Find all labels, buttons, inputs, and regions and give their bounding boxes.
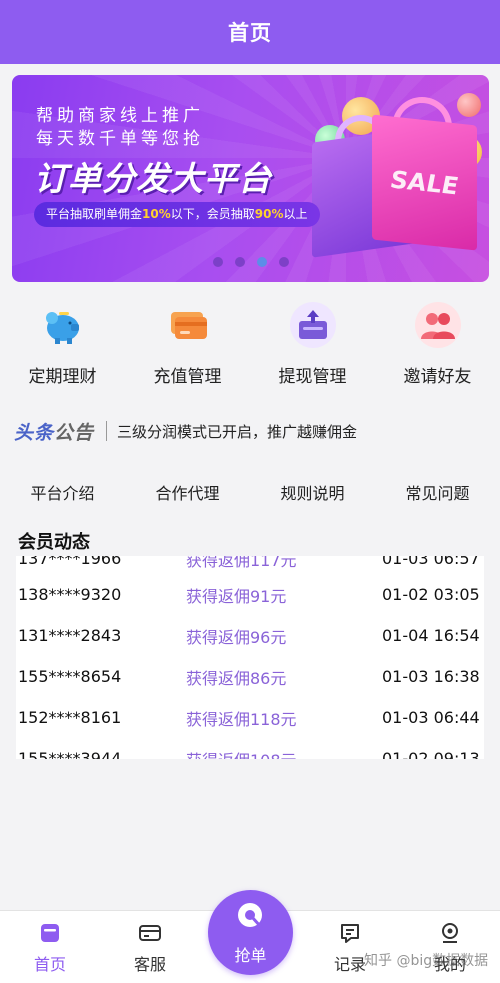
pill-middle: 以下，会员抽取: [170, 207, 255, 221]
member-phone: 138****9320: [18, 585, 122, 604]
pill-suffix: 以上: [283, 207, 308, 221]
tab-label: 记录: [333, 955, 366, 974]
top-header: 首页: [0, 0, 500, 64]
info-links: 平台介绍 合作代理 规则说明 常见问题: [0, 476, 500, 512]
banner-headline: 订单分发大平台: [34, 159, 272, 198]
headline-news-logo: 头条公告: [14, 418, 94, 445]
list-item: 155****8654 获得返佣86元 01-03 16:38: [16, 656, 484, 697]
commission-text: 获得返佣96元: [186, 627, 287, 647]
logo-part-1: 头条: [14, 421, 55, 444]
banner-line-2: 每天数千单等您抢: [36, 129, 204, 149]
activity-time: 01-02 03:05: [382, 585, 480, 604]
quick-action-withdraw[interactable]: 提现管理: [250, 302, 375, 392]
tab-label: 首页: [33, 955, 66, 974]
member-phone: 137****1966: [18, 556, 122, 568]
carousel-dot[interactable]: [278, 257, 289, 267]
member-activity-list[interactable]: 137****1966 获得返佣117元 01-03 06:57 138****…: [16, 556, 484, 759]
activity-time: 01-03 06:57: [382, 556, 480, 568]
list-item: 138****9320 获得返佣91元 01-02 03:05: [16, 574, 484, 615]
wallet-card-icon: [138, 921, 162, 945]
quick-action-label: 充值管理: [153, 367, 222, 387]
invite-users-icon: [414, 302, 461, 348]
member-phone: 131****2843: [18, 626, 122, 645]
member-phone: 155****3944: [18, 749, 122, 759]
commission-text: 获得返佣86元: [186, 668, 287, 688]
link-platform-intro[interactable]: 平台介绍: [0, 476, 125, 512]
page-title: 首页: [228, 21, 272, 45]
quick-actions: 定期理财 充值管理 提现管理 邀请好友: [0, 302, 500, 392]
quick-action-label: 定期理财: [28, 367, 97, 387]
promo-banner[interactable]: SALE 帮助商家线上推广 每天数千单等您抢 订单分发大平台 平台抽取刷单佣金1…: [12, 75, 489, 282]
pill-prefix: 平台抽取刷单佣金: [46, 207, 143, 221]
announcement-text[interactable]: 三级分润模式已开启，推广越赚佣金: [117, 421, 357, 442]
activity-time: 01-03 06:44: [382, 708, 480, 727]
pill-rate-1: 10%: [142, 207, 171, 221]
commission-text: 获得返佣108元: [186, 747, 382, 760]
grab-order-button[interactable]: 抢单: [208, 890, 293, 975]
pill-rate-2: 90%: [254, 207, 284, 221]
quick-action-label: 邀请好友: [403, 367, 472, 387]
commission-text: 获得返佣91元: [186, 586, 287, 606]
list-item: 152****8161 获得返佣118元 01-03 06:44: [16, 697, 484, 738]
tab-home[interactable]: 首页: [0, 911, 100, 983]
logo-part-2: 公告: [54, 421, 95, 444]
card-icon: [165, 302, 211, 348]
balloon-icon: [457, 93, 481, 117]
member-phone: 152****8161: [18, 708, 122, 727]
notice-divider: [106, 421, 108, 441]
banner-line-1: 帮助商家线上推广: [36, 106, 204, 126]
withdraw-upload-icon: [289, 302, 336, 348]
member-phone: 155****8654: [18, 667, 122, 686]
commission-text: 获得返佣118元: [186, 709, 297, 729]
records-icon: [338, 921, 362, 945]
carousel-dot-active[interactable]: [256, 257, 267, 267]
grab-search-icon: [234, 900, 268, 938]
tab-label: 客服: [133, 955, 166, 974]
tab-service[interactable]: 客服: [100, 911, 200, 983]
activity-time: 01-04 16:54: [382, 626, 480, 645]
quick-action-recharge[interactable]: 充值管理: [125, 302, 250, 392]
list-item: 131****2843 获得返佣96元 01-04 16:54: [16, 615, 484, 656]
sale-text: SALE: [390, 164, 459, 201]
link-partner-agency[interactable]: 合作代理: [125, 476, 250, 512]
link-faq[interactable]: 常见问题: [375, 476, 500, 512]
activity-time: 01-03 16:38: [382, 667, 480, 686]
quick-action-invite[interactable]: 邀请好友: [375, 302, 500, 392]
piggy-bank-icon: [40, 302, 86, 348]
commission-pill: 平台抽取刷单佣金10%以下，会员抽取90%以上: [34, 202, 320, 227]
watermark-text: 知乎 @big数据数据: [364, 953, 489, 969]
tab-mine[interactable]: 我的: [400, 911, 500, 983]
quick-action-label: 提现管理: [278, 367, 347, 387]
grab-order-label: 抢单: [234, 945, 267, 965]
carousel-dot[interactable]: [212, 257, 223, 267]
commission-text: 获得返佣117元: [186, 556, 297, 570]
carousel-dots: [12, 257, 489, 267]
user-profile-icon: [438, 921, 462, 945]
carousel-dot[interactable]: [234, 257, 245, 267]
list-item: 155****3944 获得返佣108元 01-02 09:13: [16, 738, 484, 759]
sale-bag-icon: SALE: [372, 114, 477, 251]
home-icon: [38, 921, 62, 945]
quick-action-finance[interactable]: 定期理财: [0, 302, 125, 392]
activity-time: 01-02 09:13: [382, 749, 480, 759]
member-activity-title: 会员动态: [18, 532, 90, 553]
link-rules[interactable]: 规则说明: [250, 476, 375, 512]
tab-records[interactable]: 记录: [300, 911, 400, 983]
announcement-bar[interactable]: 头条公告 三级分润模式已开启，推广越赚佣金: [0, 410, 500, 452]
